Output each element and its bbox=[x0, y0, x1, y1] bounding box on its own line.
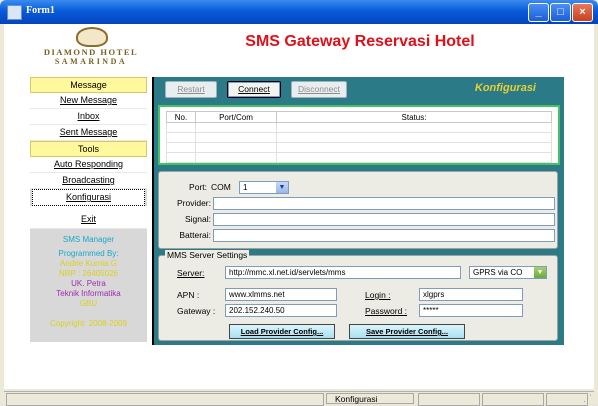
restart-button[interactable]: Restart bbox=[165, 81, 217, 98]
password-field[interactable]: ***** bbox=[419, 304, 523, 317]
gateway-label: Gateway : bbox=[177, 306, 216, 316]
save-provider-config-button[interactable]: Save Provider Config... bbox=[349, 324, 465, 339]
sidebar-item-auto-responding[interactable]: Auto Responding bbox=[30, 157, 147, 173]
info-department: Teknik Informatika bbox=[56, 289, 121, 298]
com-label: COM bbox=[211, 182, 231, 192]
main-window: Form1 _ □ × DIAMOND HOTEL SAMARINDA SMS … bbox=[0, 0, 598, 406]
chevron-down-icon[interactable]: ▼ bbox=[534, 267, 546, 278]
login-label: Login : bbox=[365, 290, 391, 300]
info-gbu: GBU bbox=[79, 299, 98, 308]
status-panel-3 bbox=[418, 393, 480, 406]
column-header-no[interactable]: No. bbox=[166, 111, 196, 123]
login-field[interactable]: xlgprs bbox=[419, 288, 523, 301]
status-bar: Konfigurasi ⋰ bbox=[4, 391, 594, 406]
title-bar[interactable]: Form1 _ □ × bbox=[0, 0, 598, 24]
info-university: UK. Petra bbox=[71, 279, 106, 288]
sidebar: Message New Message Inbox Sent Message T… bbox=[30, 77, 147, 342]
provider-label: Provider: bbox=[176, 198, 211, 208]
close-icon[interactable]: × bbox=[572, 3, 593, 22]
info-programmed-by: Programmed By: bbox=[58, 249, 119, 258]
port-select[interactable]: 1 ▼ bbox=[239, 181, 289, 194]
app-icon bbox=[7, 5, 22, 20]
sidebar-item-inbox[interactable]: Inbox bbox=[30, 109, 147, 125]
logo-emblem-icon bbox=[76, 27, 108, 47]
window-title: Form1 bbox=[26, 5, 55, 16]
table-row[interactable] bbox=[166, 142, 552, 153]
modem-info-group: Port: COM 1 ▼ Provider: Signal: Batterai… bbox=[158, 171, 558, 249]
port-label: Port: bbox=[189, 182, 207, 192]
server-field[interactable]: http://mmc.xl.net.id/servlets/mms bbox=[225, 266, 461, 279]
logo-line1: DIAMOND HOTEL bbox=[43, 47, 139, 57]
table-row[interactable] bbox=[166, 132, 552, 143]
minimize-icon[interactable]: _ bbox=[528, 3, 549, 22]
info-app-name: SMS Manager bbox=[62, 235, 115, 244]
status-panel-4 bbox=[482, 393, 544, 406]
mode-select[interactable]: GPRS via CO ▼ bbox=[469, 266, 547, 279]
app-title: SMS Gateway Reservasi Hotel bbox=[245, 33, 475, 50]
table-row[interactable] bbox=[166, 152, 552, 163]
resize-grip-icon[interactable]: ⋰ bbox=[583, 393, 592, 404]
apn-field[interactable]: www.xlmms.net bbox=[225, 288, 337, 301]
status-table: No. Port/Com Status: bbox=[166, 111, 552, 163]
password-label: Password : bbox=[365, 306, 408, 316]
chevron-down-icon[interactable]: ▼ bbox=[276, 182, 288, 193]
sidebar-header-message: Message bbox=[30, 77, 147, 93]
batterai-field[interactable] bbox=[213, 229, 555, 242]
batterai-label: Batterai: bbox=[179, 230, 211, 240]
mms-settings-group: MMS Server Settings Server: http://mmc.x… bbox=[158, 250, 558, 341]
sidebar-item-new-message[interactable]: New Message bbox=[30, 93, 147, 109]
sidebar-info: SMS Manager Programmed By: Andrie Kurnia… bbox=[30, 229, 147, 329]
status-list[interactable]: No. Port/Com Status: bbox=[158, 105, 560, 165]
table-row[interactable] bbox=[166, 122, 552, 133]
signal-field[interactable] bbox=[213, 213, 555, 226]
server-label: Server: bbox=[177, 268, 205, 278]
connect-button[interactable]: Connect bbox=[227, 81, 281, 98]
column-header-status[interactable]: Status: bbox=[276, 111, 552, 123]
hotel-logo: DIAMOND HOTEL SAMARINDA bbox=[22, 27, 160, 69]
sidebar-item-exit[interactable]: Exit bbox=[30, 206, 147, 229]
sidebar-item-sent-message[interactable]: Sent Message bbox=[30, 125, 147, 141]
config-panel: Restart Connect Disconnect Konfigurasi N… bbox=[152, 77, 564, 345]
section-label: Konfigurasi bbox=[474, 82, 536, 94]
load-provider-config-button[interactable]: Load Provider Config... bbox=[229, 324, 335, 339]
provider-field[interactable] bbox=[213, 197, 555, 210]
info-author: Andrie Kurnia G bbox=[60, 259, 117, 268]
toolbar: Restart Connect Disconnect Konfigurasi bbox=[158, 79, 556, 98]
mms-legend: MMS Server Settings bbox=[165, 250, 250, 260]
signal-label: Signal: bbox=[185, 214, 211, 224]
logo-line2: SAMARINDA bbox=[54, 57, 128, 66]
column-header-port[interactable]: Port/Com bbox=[195, 111, 277, 123]
status-panel-center: Konfigurasi bbox=[326, 393, 414, 404]
sidebar-header-tools: Tools bbox=[30, 141, 147, 157]
port-select-value: 1 bbox=[243, 183, 248, 192]
gateway-field[interactable]: 202.152.240.50 bbox=[225, 304, 337, 317]
sidebar-item-konfigurasi[interactable]: Konfigurasi bbox=[32, 189, 145, 206]
disconnect-button[interactable]: Disconnect bbox=[291, 81, 347, 98]
info-nrp: NRP : 26405026 bbox=[58, 269, 118, 278]
status-panel-5 bbox=[546, 393, 588, 406]
status-panel-left bbox=[6, 393, 324, 406]
sidebar-item-broadcasting[interactable]: Broadcasting bbox=[30, 173, 147, 189]
apn-label: APN : bbox=[177, 290, 200, 300]
maximize-icon[interactable]: □ bbox=[550, 3, 571, 22]
info-copyright: Copyright: 2008-2009 bbox=[50, 319, 127, 328]
mode-select-value: GPRS via CO bbox=[473, 268, 523, 277]
